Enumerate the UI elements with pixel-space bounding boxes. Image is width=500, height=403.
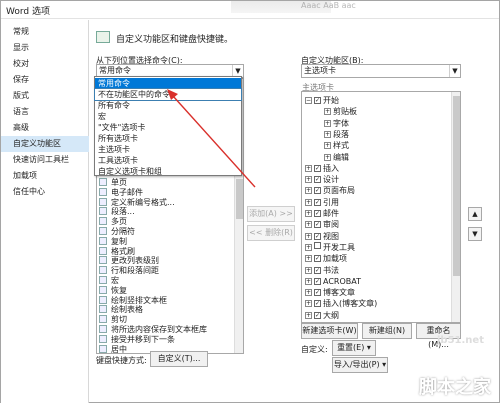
annotation-arrow [167, 89, 256, 188]
watermark-name: 脚本之家 [419, 377, 491, 398]
arrow-head [167, 89, 178, 100]
arrow-line [172, 95, 256, 188]
word-options-window: Word 选项 Aaac AaB aac 常规 显示 校对 保存 版式 语言 高级 自定义功能… [0, 0, 500, 403]
watermark-site: jb51.net [437, 335, 484, 346]
